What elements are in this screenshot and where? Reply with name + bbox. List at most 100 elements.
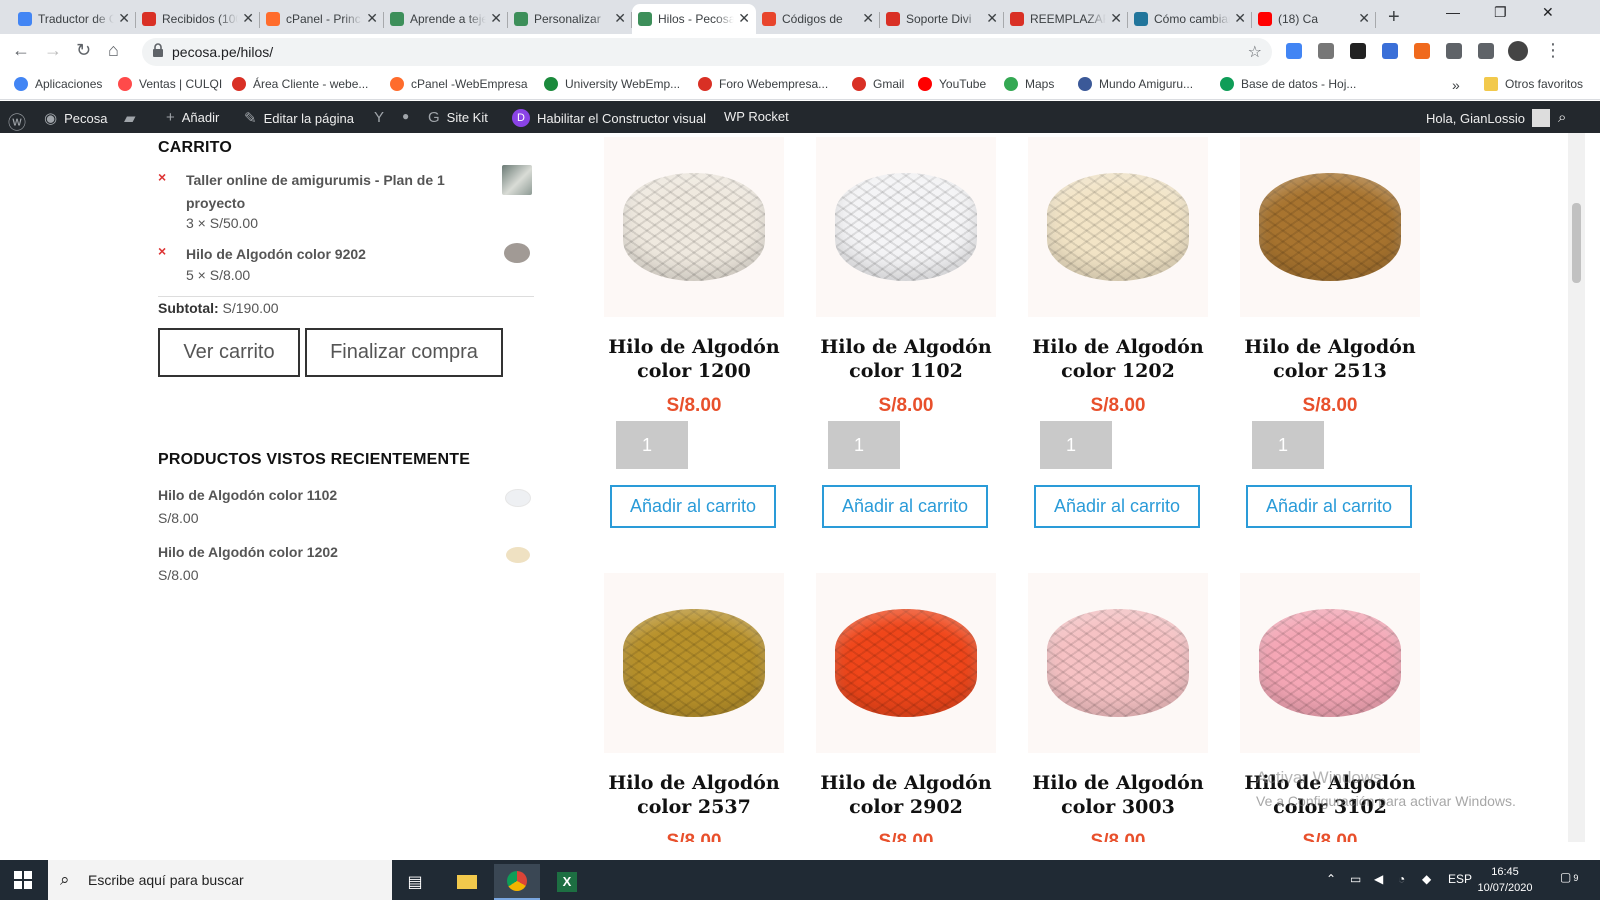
taskbar-clock[interactable]: 16:45 10/07/2020 — [1470, 864, 1540, 896]
edit-page-link[interactable]: ✎ Editar la página — [244, 109, 354, 127]
product-title[interactable]: Hilo de Algodón color 1202 — [1018, 335, 1218, 383]
browser-tab[interactable]: Traductor de Google ✕ — [12, 4, 136, 34]
product-image[interactable] — [604, 137, 784, 317]
product-title[interactable]: Hilo de Algodón color 2902 — [806, 771, 1006, 819]
taskbar-search-box[interactable]: ⌕ Escribe aquí para buscar — [48, 860, 392, 900]
extension-icon[interactable] — [1350, 43, 1366, 59]
back-icon[interactable]: ← — [12, 40, 30, 61]
other-bookmarks-folder[interactable]: Otros favoritos — [1484, 77, 1583, 91]
cart-item-thumbnail[interactable] — [504, 243, 530, 263]
checkout-button[interactable]: Finalizar compra — [305, 328, 503, 377]
more-bookmarks-button[interactable]: » — [1452, 77, 1460, 93]
translate-extension-icon[interactable] — [1286, 43, 1302, 59]
dropbox-icon[interactable]: ◆ — [1422, 872, 1431, 886]
task-view-icon[interactable]: ▤ — [392, 864, 438, 900]
product-image[interactable] — [1240, 137, 1420, 317]
cart-item-name[interactable]: Hilo de Algodón color 9202 — [186, 243, 476, 266]
add-to-cart-button[interactable]: Añadir al carrito — [610, 485, 776, 528]
close-tab-icon[interactable]: ✕ — [118, 10, 130, 27]
cart-item-thumbnail[interactable] — [502, 165, 532, 195]
product-image[interactable] — [1028, 137, 1208, 317]
close-tab-icon[interactable]: ✕ — [986, 10, 998, 27]
comments-icon[interactable]: ▰ — [124, 109, 143, 127]
product-title[interactable]: Hilo de Algodón color 3003 — [1018, 771, 1218, 819]
camera-extension-icon[interactable] — [1318, 43, 1334, 59]
browser-tab[interactable]: Recibidos (100+) ✕ — [136, 4, 260, 34]
notifications-icon[interactable]: ▢ 9 — [1560, 870, 1578, 884]
product-image[interactable] — [1028, 573, 1208, 753]
quantity-input[interactable]: 1 — [616, 421, 688, 469]
battery-icon[interactable]: ▭ — [1350, 872, 1361, 886]
divi-builder-link[interactable]: D Habilitar el Constructor visual — [512, 109, 706, 127]
reload-icon[interactable]: ↻ — [76, 40, 91, 61]
user-greeting-link[interactable]: Hola, GianLossio — [1426, 109, 1550, 127]
bookmark-item[interactable]: Foro Webempresa... — [698, 77, 828, 91]
home-icon[interactable]: ⌂ — [108, 40, 119, 61]
new-tab-button[interactable]: + — [1388, 6, 1400, 29]
close-tab-icon[interactable]: ✕ — [738, 10, 750, 27]
product-title[interactable]: Hilo de Algodón color 1102 — [806, 335, 1006, 383]
remove-item-icon[interactable]: × — [158, 243, 166, 259]
media-control-icon[interactable] — [1478, 43, 1494, 59]
wordpress-logo-icon[interactable]: ⓦ — [8, 109, 33, 135]
product-title[interactable]: Hilo de Algodón color 2513 — [1230, 335, 1430, 383]
browser-tab[interactable]: Cómo cambiar ✕ — [1128, 4, 1252, 34]
yoast-icon[interactable]: Y — [374, 109, 391, 126]
close-tab-icon[interactable]: ✕ — [614, 10, 626, 27]
close-tab-icon[interactable]: ✕ — [1110, 10, 1122, 27]
bookmark-item[interactable]: Ventas | CULQI — [118, 77, 222, 91]
recent-product-name[interactable]: Hilo de Algodón color 1202 — [158, 544, 338, 560]
quantity-input[interactable]: 1 — [1252, 421, 1324, 469]
remove-item-icon[interactable]: × — [158, 169, 166, 185]
close-tab-icon[interactable]: ✕ — [242, 10, 254, 27]
site-name-link[interactable]: ◉ Pecosa — [44, 109, 107, 127]
browser-tab[interactable]: (18) Ca ✕ — [1252, 4, 1376, 34]
bookmark-item[interactable]: Base de datos - Hoj... — [1220, 77, 1356, 91]
product-image[interactable] — [604, 573, 784, 753]
wifi-icon[interactable]: ◔ — [1398, 872, 1405, 886]
show-hidden-icons[interactable]: ⌃ — [1326, 872, 1336, 886]
puzzle-extensions-icon[interactable] — [1446, 43, 1462, 59]
input-language[interactable]: ESP — [1448, 872, 1472, 886]
browser-tab[interactable]: cPanel - Principal ✕ — [260, 4, 384, 34]
menu-icon[interactable]: ⋮ — [1544, 40, 1562, 61]
scrollbar-thumb[interactable] — [1572, 203, 1581, 283]
extension-icon[interactable] — [1414, 43, 1430, 59]
profile-avatar[interactable] — [1508, 41, 1528, 61]
product-image[interactable] — [1240, 573, 1420, 753]
site-kit-link[interactable]: G Site Kit — [428, 109, 488, 126]
close-tab-icon[interactable]: ✕ — [1358, 10, 1370, 27]
quantity-input[interactable]: 1 — [1040, 421, 1112, 469]
add-new-link[interactable]: + Añadir — [166, 109, 219, 126]
bookmark-item[interactable]: Mundo Amiguru... — [1078, 77, 1193, 91]
add-to-cart-button[interactable]: Añadir al carrito — [822, 485, 988, 528]
chrome-taskbar-icon[interactable] — [494, 864, 540, 900]
close-tab-icon[interactable]: ✕ — [862, 10, 874, 27]
browser-tab[interactable]: Personalizar ✕ — [508, 4, 632, 34]
browser-tab[interactable]: REEMPLAZAR ✕ — [1004, 4, 1128, 34]
close-tab-icon[interactable]: ✕ — [1234, 10, 1246, 27]
bookmark-star-icon[interactable]: ☆ — [1248, 42, 1262, 62]
bookmark-item[interactable]: Aplicaciones — [14, 77, 102, 91]
browser-tab[interactable]: Aprende a tejer ✕ — [384, 4, 508, 34]
bookmark-item[interactable]: cPanel -WebEmpresa — [390, 77, 528, 91]
browser-tab[interactable]: Códigos de ✕ — [756, 4, 880, 34]
forward-icon[interactable]: → — [44, 40, 62, 61]
add-to-cart-button[interactable]: Añadir al carrito — [1246, 485, 1412, 528]
recent-product-name[interactable]: Hilo de Algodón color 1102 — [158, 487, 337, 503]
close-window-button[interactable]: ✕ — [1542, 4, 1554, 21]
file-explorer-icon[interactable] — [444, 864, 490, 900]
volume-icon[interactable]: ◀ — [1374, 872, 1383, 886]
minimize-button[interactable]: — — [1446, 4, 1460, 20]
wp-rocket-link[interactable]: WP Rocket — [724, 109, 789, 124]
bookmark-item[interactable]: Maps — [1004, 77, 1054, 91]
bookmark-item[interactable]: Gmail — [852, 77, 904, 91]
page-scrollbar[interactable] — [1568, 133, 1585, 842]
quantity-input[interactable]: 1 — [828, 421, 900, 469]
recent-product-thumbnail[interactable] — [506, 490, 530, 506]
recent-product-thumbnail[interactable] — [506, 547, 530, 563]
bookmark-item[interactable]: University WebEmp... — [544, 77, 680, 91]
search-icon[interactable]: ⌕ — [1558, 109, 1573, 126]
close-tab-icon[interactable]: ✕ — [366, 10, 378, 27]
browser-tab[interactable]: Soporte Divi ✕ — [880, 4, 1004, 34]
